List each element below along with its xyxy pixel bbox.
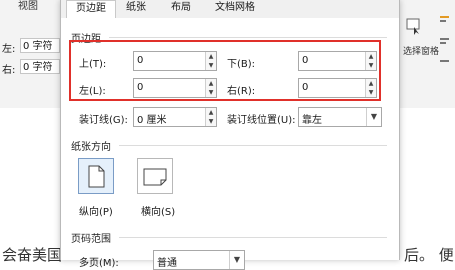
portrait-button[interactable] xyxy=(78,158,114,194)
left-margin-spinner[interactable]: ▲ ▼ xyxy=(205,79,216,97)
align-icons[interactable] xyxy=(438,14,452,74)
top-margin-field[interactable]: 0 ▲ ▼ xyxy=(133,51,217,71)
indent-right-field[interactable]: 0 字符 xyxy=(20,59,60,74)
multiple-pages-select[interactable]: 普通 ▼ xyxy=(153,250,245,270)
selection-pane-label[interactable]: 选择窗格 xyxy=(403,44,439,57)
document-text-left: 会奋美国 xyxy=(2,246,63,264)
right-margin-label: 右(R): xyxy=(227,86,256,97)
bottom-margin-value: 0 xyxy=(302,55,309,66)
document-text-right: 后。 便 xyxy=(404,246,454,264)
gutter-position-label: 装订线位置(U): xyxy=(227,115,296,126)
indent-left-label: 左: xyxy=(2,44,16,55)
spin-down-icon[interactable]: ▼ xyxy=(366,88,376,97)
top-margin-value: 0 xyxy=(137,55,144,66)
bottom-margin-spinner[interactable]: ▲ ▼ xyxy=(365,52,376,70)
left-margin-field[interactable]: 0 ▲ ▼ xyxy=(133,78,217,98)
margins-section-divider xyxy=(109,37,387,38)
gutter-value: 0 厘米 xyxy=(137,115,167,126)
spin-down-icon[interactable]: ▼ xyxy=(366,61,376,70)
dialog-tabstrip: 页边距 纸张 布局 文档网格 xyxy=(61,0,399,19)
gutter-position-value: 靠左 xyxy=(302,115,322,126)
bottom-margin-field[interactable]: 0 ▲ ▼ xyxy=(298,51,377,71)
tab-document-grid[interactable]: 文档网格 xyxy=(206,0,264,18)
right-margin-field[interactable]: 0 ▲ ▼ xyxy=(298,78,377,98)
right-margin-spinner[interactable]: ▲ ▼ xyxy=(365,79,376,97)
tab-paper[interactable]: 纸张 xyxy=(116,0,156,18)
page-setup-dialog: 页边距 纸张 布局 文档网格 页边距 上(T): 0 ▲ ▼ 下(B): 0 ▲… xyxy=(60,0,400,270)
multiple-pages-value: 普通 xyxy=(157,258,177,269)
orientation-section-divider xyxy=(119,145,387,146)
left-margin-label: 左(L): xyxy=(79,86,106,97)
chevron-down-icon[interactable]: ▼ xyxy=(229,251,244,269)
right-margin-value: 0 xyxy=(302,82,309,93)
pages-section-divider xyxy=(119,237,387,238)
multiple-pages-label: 多页(M): xyxy=(79,258,119,269)
landscape-page-icon xyxy=(143,168,167,186)
indent-left-field[interactable]: 0 字符 xyxy=(20,38,60,53)
spin-down-icon[interactable]: ▼ xyxy=(206,117,216,126)
bottom-margin-label: 下(B): xyxy=(227,59,256,70)
pages-section-title: 页码范围 xyxy=(71,234,111,245)
landscape-button[interactable] xyxy=(137,158,173,194)
ribbon-tab-view[interactable]: 视图 xyxy=(18,0,38,12)
margins-panel: 页边距 上(T): 0 ▲ ▼ 下(B): 0 ▲ ▼ 左(L): 0 ▲ ▼ xyxy=(61,18,399,270)
chevron-down-icon[interactable]: ▼ xyxy=(366,108,381,126)
gutter-position-select[interactable]: 靠左 ▼ xyxy=(298,107,382,127)
landscape-label[interactable]: 横向(S) xyxy=(141,203,175,218)
orientation-section-title: 纸张方向 xyxy=(71,142,111,153)
gutter-field[interactable]: 0 厘米 ▲ ▼ xyxy=(133,107,217,127)
top-margin-spinner[interactable]: ▲ ▼ xyxy=(205,52,216,70)
tab-margins[interactable]: 页边距 xyxy=(66,0,116,19)
tab-layout[interactable]: 布局 xyxy=(156,0,206,18)
portrait-label[interactable]: 纵向(P) xyxy=(79,203,113,218)
spin-down-icon[interactable]: ▼ xyxy=(206,61,216,70)
selection-pane-icon[interactable] xyxy=(406,18,422,36)
gutter-label: 装订线(G): xyxy=(79,115,128,126)
indent-right-label: 右: xyxy=(2,65,16,76)
left-margin-value: 0 xyxy=(137,82,144,93)
gutter-spinner[interactable]: ▲ ▼ xyxy=(205,108,216,126)
spin-down-icon[interactable]: ▼ xyxy=(206,88,216,97)
portrait-page-icon xyxy=(88,165,105,188)
top-margin-label: 上(T): xyxy=(79,59,107,70)
